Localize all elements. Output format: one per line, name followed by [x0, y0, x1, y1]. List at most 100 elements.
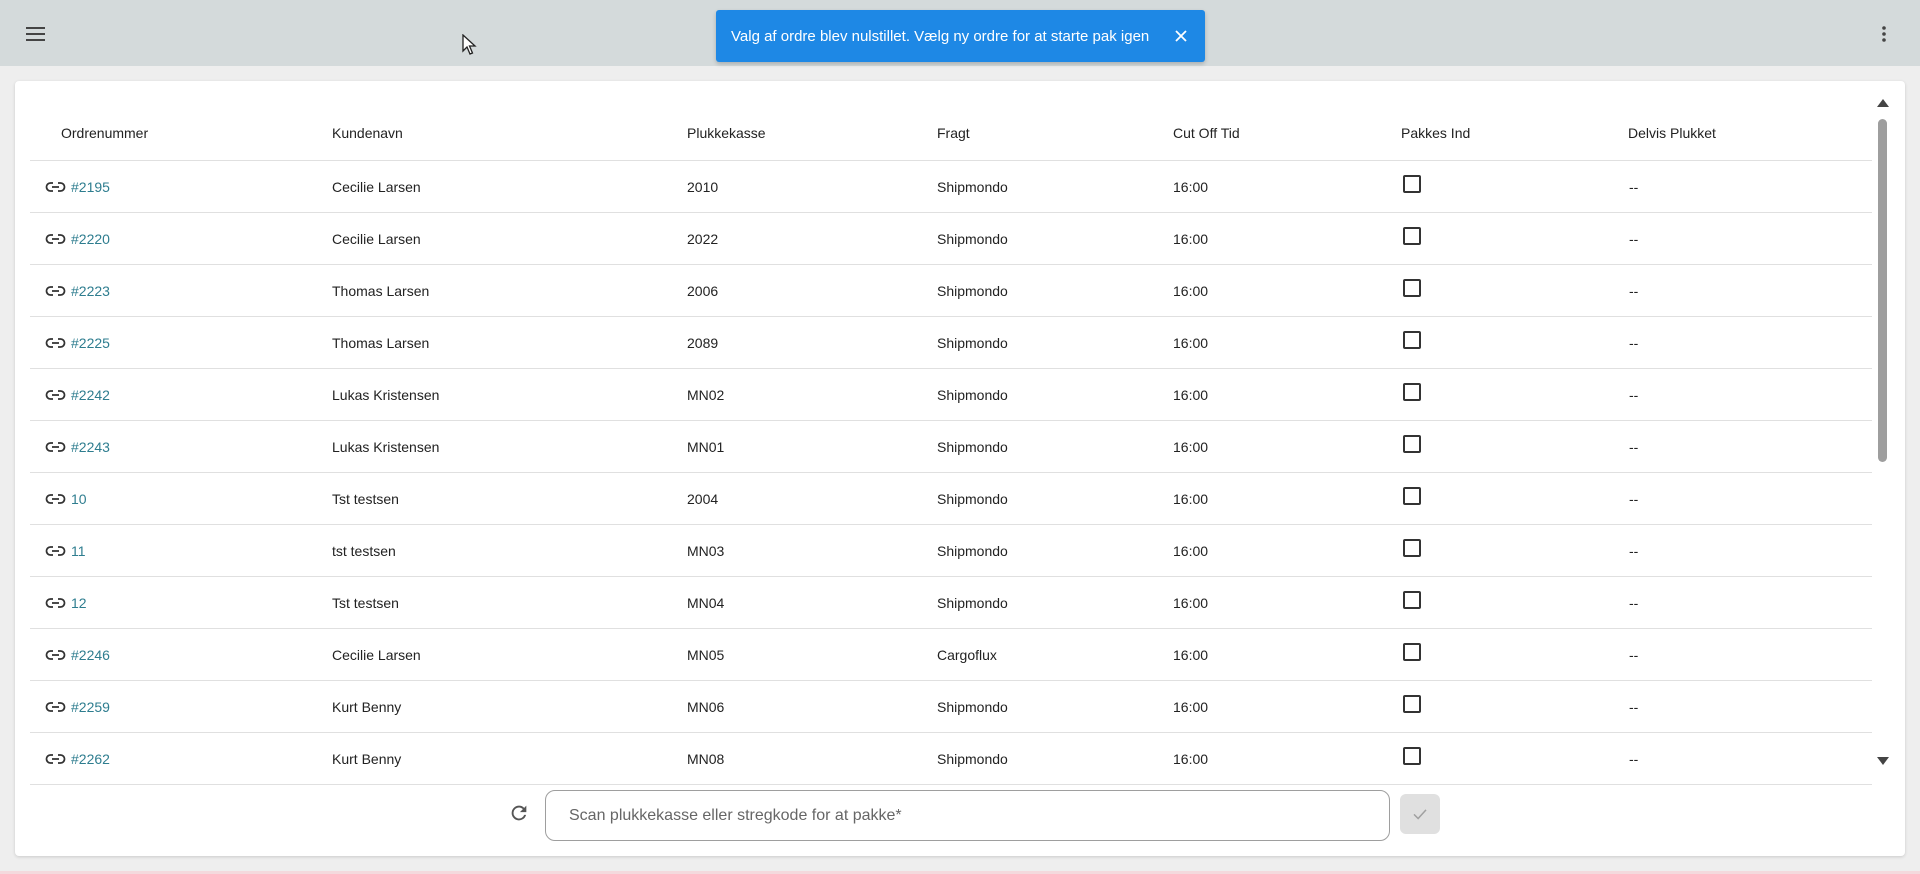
scroll-down-arrow[interactable] — [1877, 757, 1889, 765]
order-number[interactable]: #2243 — [71, 439, 110, 455]
cut-off-time: 16:00 — [1173, 543, 1209, 559]
pack-in-checkbox[interactable] — [1403, 539, 1421, 557]
order-link[interactable]: #2242 — [45, 387, 110, 403]
cut-off-time: 16:00 — [1173, 595, 1209, 611]
close-icon — [1175, 30, 1187, 42]
link-icon — [45, 702, 66, 712]
order-number[interactable]: #2246 — [71, 647, 110, 663]
header-plukkekasse[interactable]: Plukkekasse — [687, 125, 766, 141]
partially-picked: -- — [1629, 751, 1639, 767]
link-icon — [45, 442, 66, 452]
customer-name: Kurt Benny — [332, 751, 402, 767]
table-row[interactable]: #2259 Kurt Benny MN06 Shipmondo 16:00 -- — [30, 681, 1872, 733]
link-icon — [45, 494, 66, 504]
refresh-icon — [511, 805, 527, 821]
menu-button[interactable] — [22, 22, 50, 46]
cut-off-time: 16:00 — [1173, 335, 1209, 351]
table-row[interactable]: #2243 Lukas Kristensen MN01 Shipmondo 16:00 -… — [30, 421, 1872, 473]
customer-name: Lukas Kristensen — [332, 387, 440, 403]
header-pakkes-ind[interactable]: Pakkes Ind — [1401, 125, 1470, 141]
scrollbar-thumb[interactable] — [1878, 119, 1887, 462]
pick-box: MN03 — [687, 543, 725, 559]
table-row[interactable]: #2246 Cecilie Larsen MN05 Cargoflux 16:00 -- — [30, 629, 1872, 681]
order-number[interactable]: 10 — [71, 491, 87, 507]
order-link[interactable]: #2220 — [45, 231, 110, 247]
header-ordrenummer[interactable]: Ordrenummer — [61, 125, 148, 141]
pack-in-checkbox[interactable] — [1403, 175, 1421, 193]
order-number[interactable]: #2220 — [71, 231, 110, 247]
shipping-carrier: Shipmondo — [937, 699, 1008, 715]
header-fragt[interactable]: Fragt — [937, 125, 970, 141]
order-link[interactable]: 10 — [45, 491, 87, 507]
shipping-carrier: Shipmondo — [937, 335, 1008, 351]
orders-table: Ordrenummer Kundenavn Plukkekasse Fragt … — [30, 91, 1872, 791]
header-cut-off-tid[interactable]: Cut Off Tid — [1173, 125, 1240, 141]
cut-off-time: 16:00 — [1173, 699, 1209, 715]
header-delvis-plukket[interactable]: Delvis Plukket — [1628, 125, 1716, 141]
scroll-up-arrow[interactable] — [1877, 99, 1889, 107]
table-row[interactable]: 11 tst testsen MN03 Shipmondo 16:00 -- — [30, 525, 1872, 577]
table-row[interactable]: 10 Tst testsen 2004 Shipmondo 16:00 -- — [30, 473, 1872, 525]
order-number[interactable]: 11 — [71, 543, 86, 559]
pack-in-checkbox[interactable] — [1403, 643, 1421, 661]
order-number[interactable]: #2259 — [71, 699, 110, 715]
table-row[interactable]: 12 Tst testsen MN04 Shipmondo 16:00 -- — [30, 577, 1872, 629]
order-number[interactable]: #2195 — [71, 179, 110, 195]
order-link[interactable]: #2259 — [45, 699, 110, 715]
order-number[interactable]: #2223 — [71, 283, 110, 299]
shipping-carrier: Shipmondo — [937, 387, 1008, 403]
order-number[interactable]: 12 — [71, 595, 87, 611]
pack-in-checkbox[interactable] — [1403, 435, 1421, 453]
order-link[interactable]: #2195 — [45, 179, 110, 195]
order-number[interactable]: #2225 — [71, 335, 110, 351]
refresh-button[interactable] — [504, 798, 534, 828]
table-row[interactable]: #2262 Kurt Benny MN08 Shipmondo 16:00 -- — [30, 733, 1872, 785]
pack-in-checkbox[interactable] — [1403, 695, 1421, 713]
pack-in-checkbox[interactable] — [1403, 747, 1421, 765]
pick-box: 2089 — [687, 335, 719, 351]
table-scrollbar[interactable] — [1876, 99, 1889, 765]
orders-card: Ordrenummer Kundenavn Plukkekasse Fragt … — [15, 81, 1905, 856]
order-link[interactable]: #2223 — [45, 283, 110, 299]
order-link[interactable]: #2243 — [45, 439, 110, 455]
customer-name: Thomas Larsen — [332, 283, 430, 299]
toast-close-button[interactable] — [1173, 28, 1189, 44]
customer-name: tst testsen — [332, 543, 396, 559]
partially-picked: -- — [1629, 283, 1639, 299]
more-options-button[interactable] — [1870, 22, 1898, 46]
mouse-pointer-icon — [462, 34, 477, 55]
confirm-scan-button[interactable] — [1400, 794, 1440, 834]
scan-input[interactable] — [545, 790, 1390, 841]
order-link[interactable]: #2225 — [45, 335, 110, 351]
partially-picked: -- — [1629, 387, 1639, 403]
cut-off-time: 16:00 — [1173, 751, 1209, 767]
pack-in-checkbox[interactable] — [1403, 331, 1421, 349]
pack-in-checkbox[interactable] — [1403, 227, 1421, 245]
link-icon — [45, 234, 66, 244]
pick-box: MN01 — [687, 439, 725, 455]
shipping-carrier: Shipmondo — [937, 283, 1008, 299]
pack-in-checkbox[interactable] — [1403, 591, 1421, 609]
order-link[interactable]: #2262 — [45, 751, 110, 767]
cut-off-time: 16:00 — [1173, 231, 1209, 247]
table-row[interactable]: #2223 Thomas Larsen 2006 Shipmondo 16:00 -- — [30, 265, 1872, 317]
table-row[interactable]: #2195 Cecilie Larsen 2010 Shipmondo 16:00 -- — [30, 161, 1872, 213]
pack-in-checkbox[interactable] — [1403, 487, 1421, 505]
pack-in-checkbox[interactable] — [1403, 383, 1421, 401]
table-row[interactable]: #2242 Lukas Kristensen MN02 Shipmondo 16:00 -… — [30, 369, 1872, 421]
order-link[interactable]: 12 — [45, 595, 87, 611]
pick-box: MN04 — [687, 595, 725, 611]
customer-name: Lukas Kristensen — [332, 439, 440, 455]
order-link[interactable]: 11 — [45, 543, 86, 559]
table-row[interactable]: #2220 Cecilie Larsen 2022 Shipmondo 16:00 -- — [30, 213, 1872, 265]
cut-off-time: 16:00 — [1173, 387, 1209, 403]
link-icon — [45, 286, 66, 296]
shipping-carrier: Shipmondo — [937, 439, 1008, 455]
partially-picked: -- — [1629, 439, 1639, 455]
order-link[interactable]: #2246 — [45, 647, 110, 663]
order-number[interactable]: #2242 — [71, 387, 110, 403]
order-number[interactable]: #2262 — [71, 751, 110, 767]
pack-in-checkbox[interactable] — [1403, 279, 1421, 297]
table-row[interactable]: #2225 Thomas Larsen 2089 Shipmondo 16:00 -- — [30, 317, 1872, 369]
header-kundenavn[interactable]: Kundenavn — [332, 125, 403, 141]
